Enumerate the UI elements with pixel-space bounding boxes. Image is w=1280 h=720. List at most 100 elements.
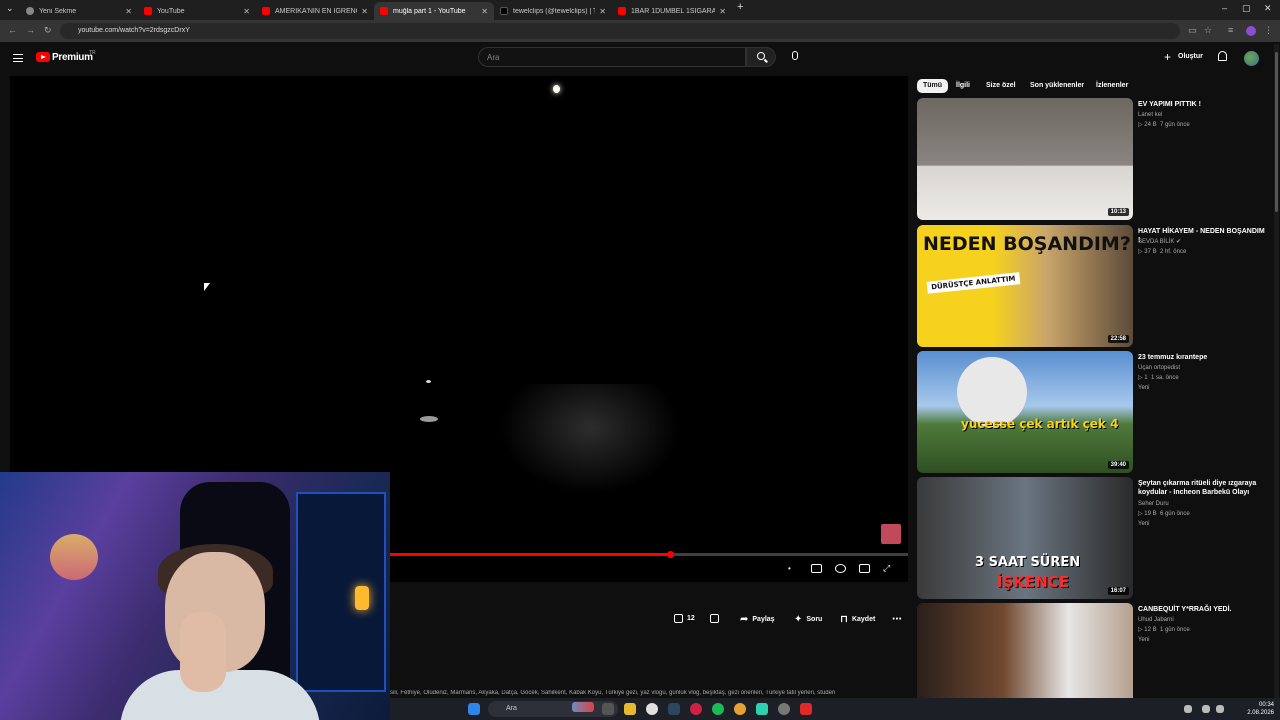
fullscreen-icon[interactable]: ⤢ bbox=[883, 563, 894, 573]
notifications-bell-icon[interactable] bbox=[1218, 51, 1227, 61]
chip-all[interactable]: Tümü bbox=[917, 79, 949, 93]
search-button[interactable] bbox=[746, 47, 776, 67]
channel-name[interactable]: Uçan ortopedist bbox=[1138, 363, 1266, 373]
profile-avatar[interactable] bbox=[1246, 26, 1256, 36]
chrome-alt-icon[interactable] bbox=[734, 703, 746, 715]
chip-related[interactable]: İlgili bbox=[950, 79, 976, 93]
close-icon[interactable]: ✕ bbox=[481, 7, 488, 16]
miniplayer-icon[interactable] bbox=[859, 564, 870, 573]
tab-new[interactable]: Yeni Sekme ✕ bbox=[20, 2, 138, 20]
chip-watched[interactable]: İzlenenler bbox=[1090, 79, 1134, 93]
scrollbar-thumb[interactable] bbox=[1275, 52, 1278, 212]
ask-button[interactable]: ✦ Soru bbox=[794, 614, 822, 625]
chrome-icon[interactable] bbox=[646, 703, 658, 715]
app-icon[interactable] bbox=[756, 703, 768, 715]
chip-for-you[interactable]: Size özel bbox=[980, 79, 1022, 93]
maximize-icon[interactable]: ▢ bbox=[1242, 3, 1251, 14]
spotify-icon[interactable] bbox=[712, 703, 724, 715]
task-view-icon[interactable] bbox=[602, 703, 614, 715]
settings-gear-icon[interactable] bbox=[835, 564, 846, 573]
cast-icon[interactable]: ▭ bbox=[1188, 25, 1197, 36]
video-title[interactable]: CANBEQUİT Y*RRAĞI YEDİ. bbox=[1138, 605, 1266, 614]
opera-icon[interactable] bbox=[690, 703, 702, 715]
tab-tiktok[interactable]: tewelclips (@tewelclips) | TikTok✕ bbox=[494, 2, 612, 20]
video-title[interactable]: 23 temmuz kırantepe bbox=[1138, 353, 1266, 362]
close-icon[interactable]: ✕ bbox=[125, 7, 132, 16]
new-tab-button[interactable]: + bbox=[737, 1, 743, 13]
video-description-tags[interactable]: sili, Fethiye, Ölüdeniz, Marmaris, Akyak… bbox=[390, 690, 900, 696]
streamer-hand bbox=[180, 612, 226, 692]
youtube-icon bbox=[618, 7, 626, 15]
account-avatar[interactable] bbox=[1244, 51, 1259, 66]
back-icon[interactable]: ← bbox=[8, 25, 17, 35]
like-button[interactable]: 12 bbox=[674, 614, 695, 623]
sparkle-icon: ✦ bbox=[794, 614, 803, 625]
dislike-button[interactable] bbox=[710, 614, 723, 623]
share-arrow-icon: ➦ bbox=[740, 614, 749, 625]
youtube-logo-icon[interactable] bbox=[36, 52, 50, 62]
tab-search-icon[interactable]: ⌄ bbox=[6, 3, 14, 14]
save-button[interactable]: ⊓ Kaydet bbox=[840, 614, 875, 625]
channel-name[interactable]: Seher Duru bbox=[1138, 499, 1266, 509]
tab-amerika[interactable]: AMERİKA'NIN EN İĞRENÇ PRO✕ bbox=[256, 2, 374, 20]
video-frame-sea-reflection bbox=[500, 384, 680, 494]
bookmark-star-icon[interactable]: ☆ bbox=[1204, 25, 1212, 36]
video-thumbnail[interactable]: 3 SAAT SÜREN İŞKENCE 16:07 bbox=[917, 477, 1133, 599]
address-bar-row: ← → ↻ youtube.com/watch?v=2rdsgzcDrxY ▭ … bbox=[0, 20, 1280, 42]
volume-icon[interactable] bbox=[1216, 705, 1224, 713]
recorder-icon[interactable] bbox=[800, 703, 812, 715]
minimize-icon[interactable]: – bbox=[1222, 3, 1227, 13]
video-title[interactable]: EV YAPIMI PITTIK ! bbox=[1138, 100, 1266, 109]
channel-watermark[interactable] bbox=[881, 524, 901, 544]
settings-icon[interactable] bbox=[778, 703, 790, 715]
file-explorer-icon[interactable] bbox=[624, 703, 636, 715]
close-icon[interactable]: ✕ bbox=[361, 7, 368, 16]
new-badge: Yeni bbox=[1138, 521, 1150, 527]
autoplay-dot-icon[interactable]: • bbox=[788, 564, 794, 573]
verified-check-icon: ✔ bbox=[1176, 239, 1182, 245]
youtube-premium-logo[interactable]: Premium bbox=[52, 52, 93, 63]
system-clock[interactable]: 00:34 2.08.2026 bbox=[1247, 701, 1274, 717]
page-scrollbar[interactable] bbox=[1274, 44, 1279, 698]
channel-name[interactable]: Uhud Jabarni bbox=[1138, 615, 1266, 625]
hamburger-menu-icon[interactable] bbox=[13, 54, 23, 62]
new-tab-icon bbox=[26, 7, 34, 15]
extensions-icon[interactable]: ≡ bbox=[1228, 25, 1233, 35]
windows-taskbar: Ara 00:34 2.08.2026 bbox=[390, 698, 1280, 720]
taskbar-search[interactable]: Ara bbox=[488, 701, 618, 717]
microphone-icon[interactable] bbox=[792, 51, 798, 60]
reload-icon[interactable]: ↻ bbox=[44, 25, 52, 36]
progress-scrubber[interactable] bbox=[666, 551, 674, 558]
chip-recent[interactable]: Son yüklenenler bbox=[1024, 79, 1090, 93]
channel-name[interactable]: SEVDA BİLİK ✔ bbox=[1138, 237, 1266, 247]
window-close-icon[interactable]: ✕ bbox=[1264, 3, 1272, 14]
create-plus-icon[interactable]: + bbox=[1164, 50, 1171, 64]
more-actions-icon[interactable]: ⋯ bbox=[892, 614, 902, 625]
network-icon[interactable] bbox=[1202, 705, 1210, 713]
video-thumbnail[interactable]: yucesse çek artık çek 4 39:40 bbox=[917, 351, 1133, 473]
progress-bar[interactable] bbox=[390, 551, 908, 558]
menu-dots-icon[interactable]: ⋮ bbox=[1264, 25, 1273, 36]
forward-icon[interactable]: → bbox=[26, 25, 35, 35]
tray-chevron-icon[interactable] bbox=[1184, 705, 1192, 713]
channel-name[interactable]: Lanet kel bbox=[1138, 110, 1266, 120]
close-icon[interactable]: ✕ bbox=[599, 7, 606, 16]
close-icon[interactable]: ✕ bbox=[243, 7, 250, 16]
subtitles-icon[interactable] bbox=[811, 564, 822, 573]
video-thumbnail[interactable]: 10:13 bbox=[917, 98, 1133, 220]
create-button[interactable]: Oluştur bbox=[1178, 53, 1203, 60]
streamer bbox=[120, 544, 330, 720]
search-input[interactable]: Ara bbox=[478, 47, 746, 67]
video-thumbnail[interactable]: NEDEN BOŞANDIM? DÜRÜSTÇE ANLATTIM 22:58 bbox=[917, 225, 1133, 347]
video-title[interactable]: Şeytan çıkarma ritüeli diye ızgaraya koy… bbox=[1138, 479, 1266, 497]
tab-youtube[interactable]: YouTube ✕ bbox=[138, 2, 256, 20]
tab-1bar[interactable]: 1BAR 1DUMBEL 1SİGARA w/ G✕ bbox=[612, 2, 732, 20]
share-button[interactable]: ➦ Paylaş bbox=[740, 614, 775, 625]
close-icon[interactable]: ✕ bbox=[719, 7, 726, 16]
windows-start-icon[interactable] bbox=[468, 703, 480, 715]
tab-mugla[interactable]: muğla part 1 - YouTube ✕ bbox=[374, 2, 494, 20]
youtube-icon bbox=[380, 7, 388, 15]
video-thumbnail[interactable] bbox=[917, 603, 1133, 698]
steam-icon[interactable] bbox=[668, 703, 680, 715]
url-input[interactable]: youtube.com/watch?v=2rdsgzcDrxY bbox=[60, 23, 1180, 39]
